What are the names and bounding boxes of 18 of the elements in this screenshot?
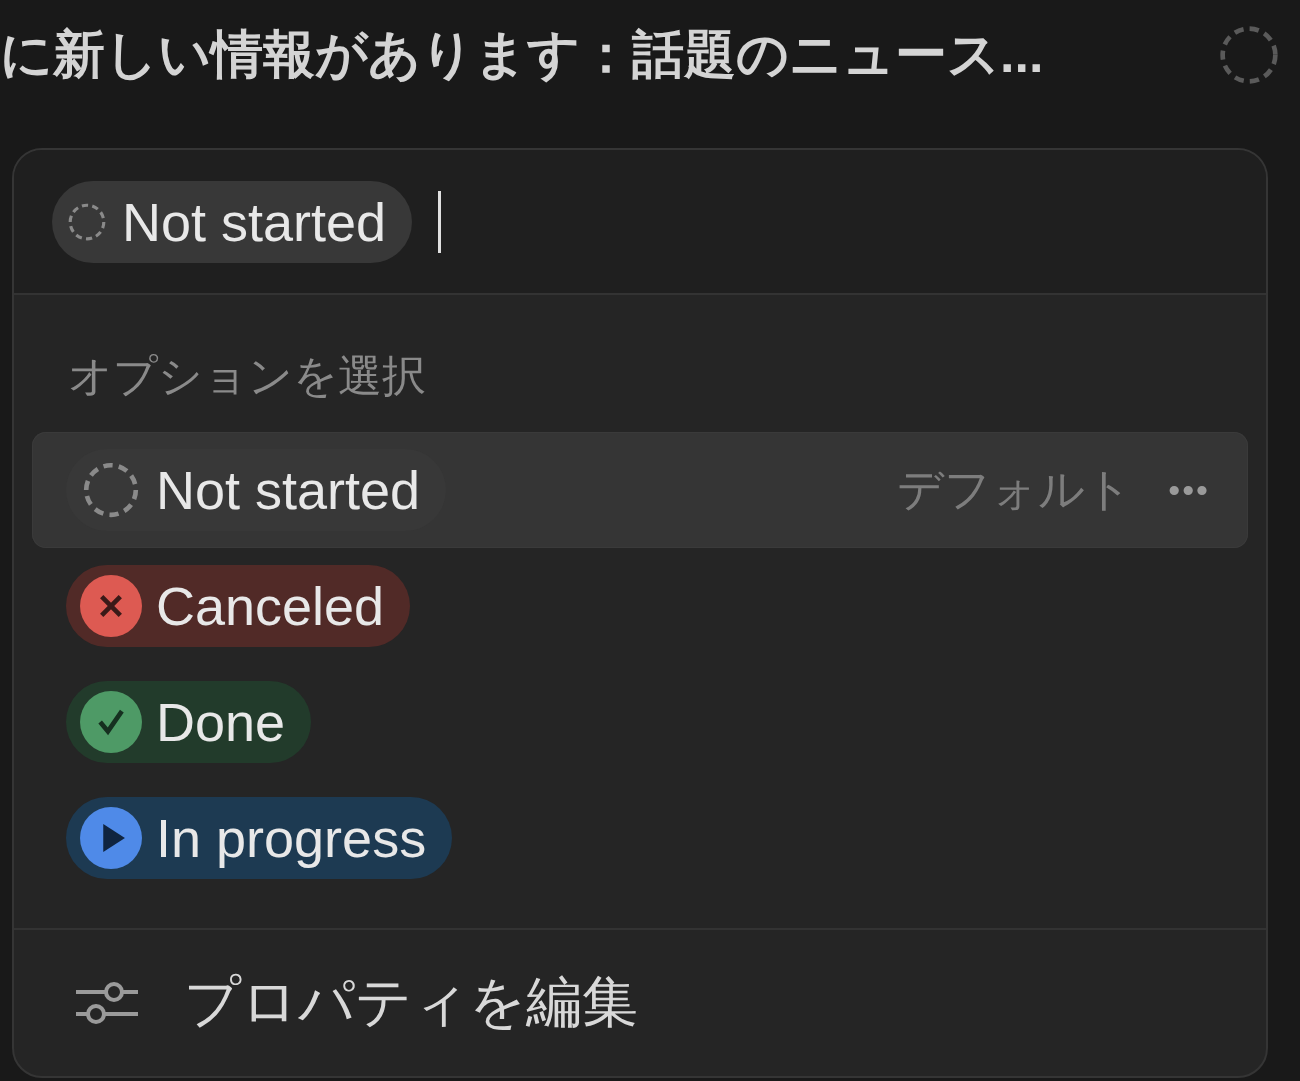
status-tag: Canceled [66, 565, 411, 647]
text-cursor [438, 190, 442, 253]
edit-property-item[interactable]: プロパティを編集 [14, 928, 1266, 1076]
status-option[interactable]: Canceled [32, 548, 1248, 664]
default-label: デフォルト [897, 462, 1133, 517]
status-tag[interactable]: Not started [52, 180, 413, 263]
status-option[interactable]: In progress [32, 780, 1248, 896]
section-label: オプションを選択 [67, 350, 427, 402]
status-tag: In progress [66, 797, 453, 879]
close-icon [80, 575, 142, 637]
status-option[interactable]: Not started デフォルト ••• [32, 432, 1248, 548]
status-option[interactable]: Done [32, 664, 1248, 780]
more-button[interactable]: ••• [1168, 470, 1210, 510]
play-icon [80, 807, 142, 869]
status-tag: Done [66, 681, 312, 763]
dashed-circle-icon[interactable] [1218, 24, 1280, 86]
check-icon [80, 691, 142, 753]
page-title: に新しい情報があります：話題のニュース... [0, 24, 1044, 85]
